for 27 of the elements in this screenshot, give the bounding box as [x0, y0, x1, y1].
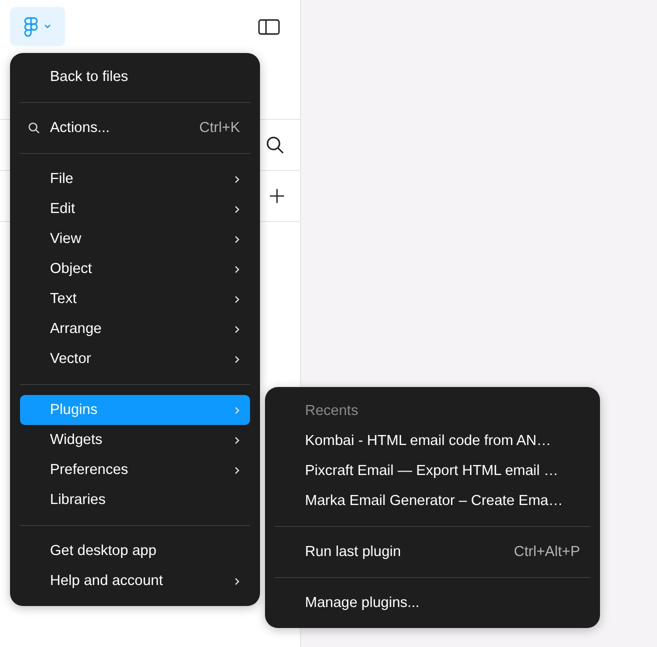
menu-item[interactable]: Edit: [20, 194, 250, 224]
menu-item[interactable]: Back to files: [20, 62, 250, 92]
menu-item[interactable]: Get desktop app: [20, 536, 250, 566]
menu-item[interactable]: Text: [20, 284, 250, 314]
menu-item[interactable]: Marka Email Generator – Create Ema…: [275, 486, 590, 516]
plus-icon[interactable]: [270, 189, 284, 203]
menu-item[interactable]: File: [20, 164, 250, 194]
menu-item[interactable]: Run last plugin Ctrl+Alt+P: [275, 537, 590, 567]
menu-item[interactable]: Actions... Ctrl+K: [20, 113, 250, 143]
menu-item[interactable]: Manage plugins...: [275, 588, 590, 618]
sidebar-toggle-icon[interactable]: [258, 19, 280, 35]
menu-item[interactable]: Help and account: [20, 566, 250, 596]
search-icon[interactable]: [266, 136, 284, 154]
menu-item[interactable]: View: [20, 224, 250, 254]
menu-item[interactable]: Vector: [20, 344, 250, 374]
menu-item[interactable]: Pixcraft Email — Export HTML email …: [275, 456, 590, 486]
menu-item[interactable]: Widgets: [20, 425, 250, 455]
menu-item[interactable]: Kombai - HTML email code from AN…: [275, 426, 590, 456]
menu-item[interactable]: Arrange: [20, 314, 250, 344]
menu-item[interactable]: Libraries: [20, 485, 250, 515]
search-icon: [28, 122, 40, 134]
main-menu-button[interactable]: [10, 7, 65, 46]
section-header: Recents: [305, 403, 358, 419]
menu-item[interactable]: Preferences: [20, 455, 250, 485]
caret-icon: [44, 24, 51, 29]
menu-item[interactable]: Object: [20, 254, 250, 284]
logo-icon: [24, 16, 38, 36]
